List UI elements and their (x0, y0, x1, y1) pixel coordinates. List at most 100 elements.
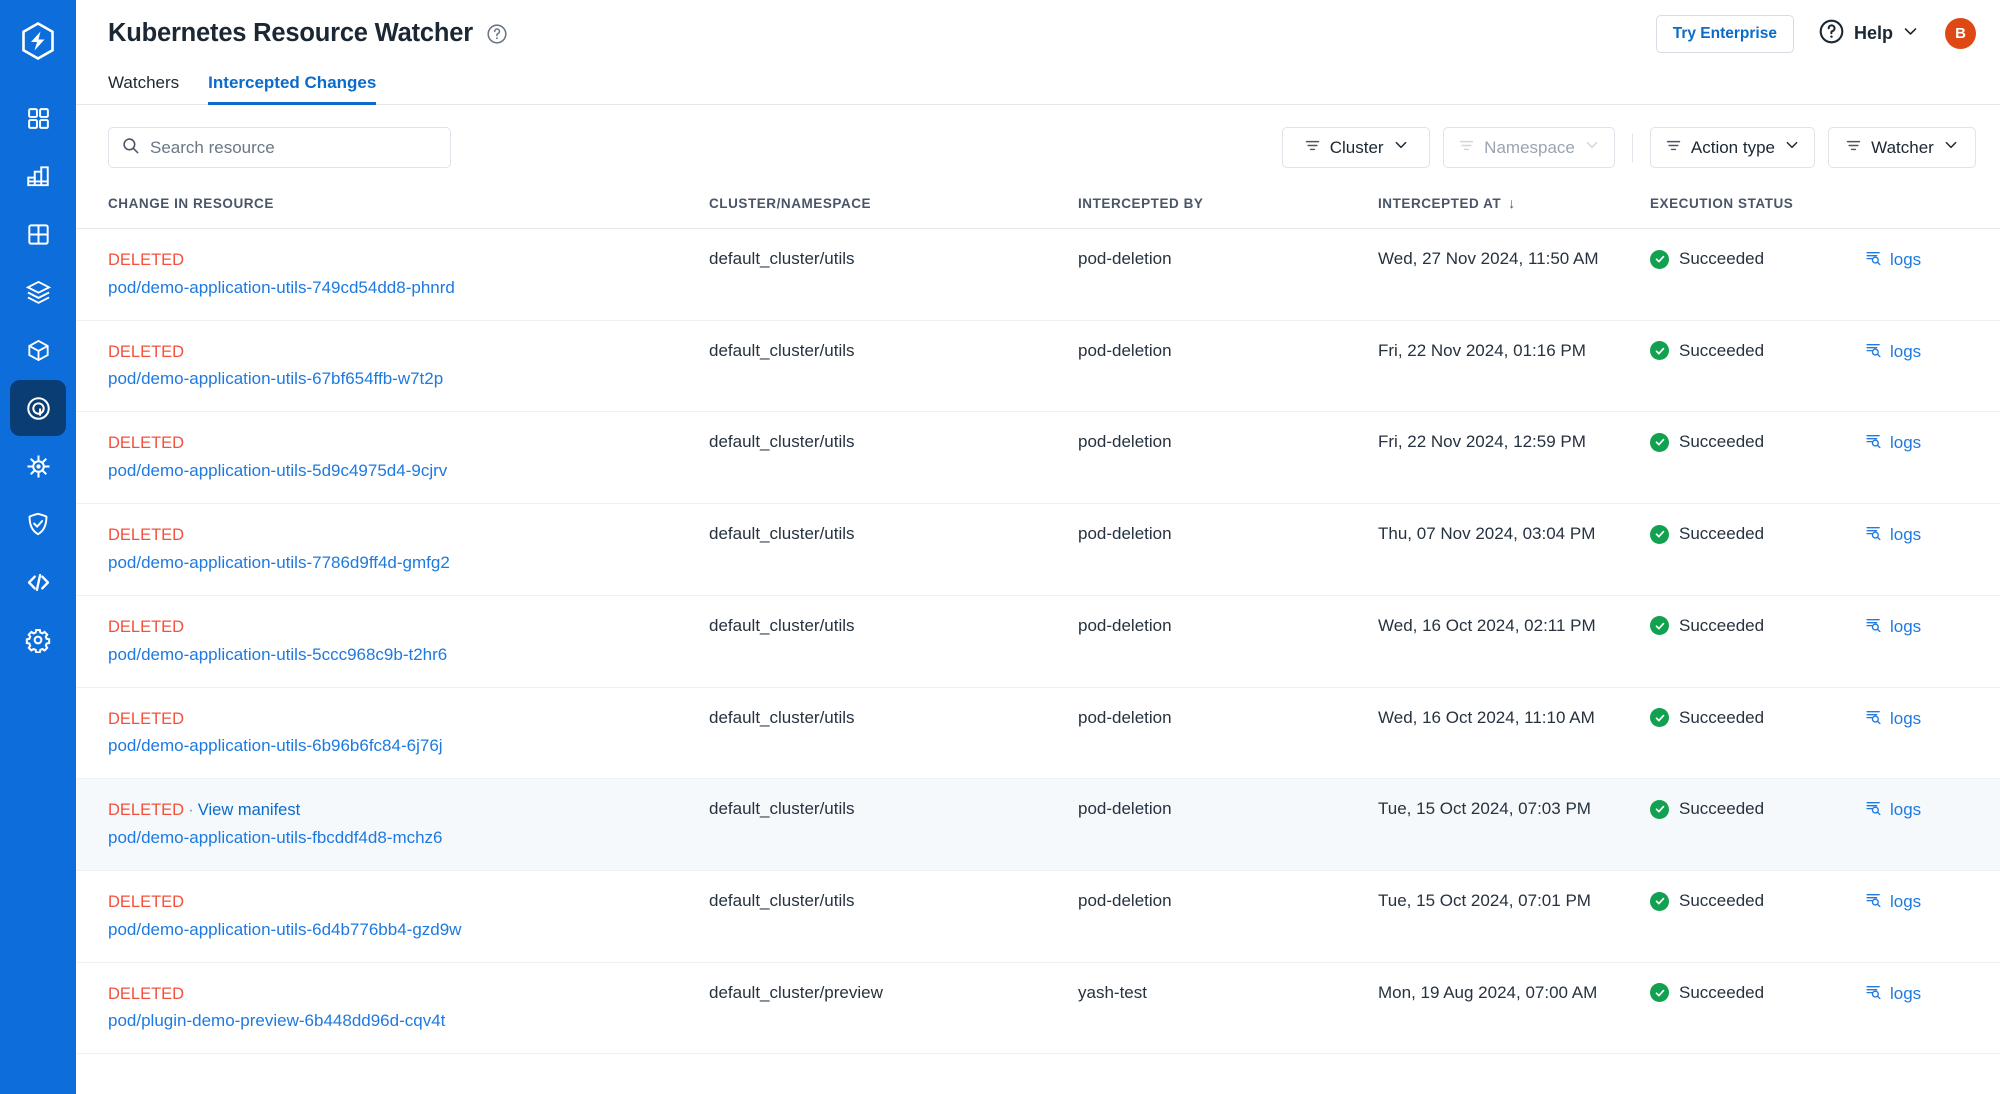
table-row[interactable]: DELETED pod/plugin-demo-preview-6b448dd96… (76, 962, 2000, 1055)
help-question-icon (1818, 18, 1845, 50)
cell-intercepted-by: pod-deletion (1078, 870, 1378, 963)
logs-link[interactable]: logs (1890, 250, 1921, 270)
logs-action[interactable]: logs (1865, 616, 2000, 638)
status-label: Succeeded (1679, 615, 1765, 635)
sidebar-item-dashboards[interactable] (10, 90, 66, 146)
log-search-icon (1865, 799, 1882, 821)
tab-intercepted-changes[interactable]: Intercepted Changes (208, 73, 377, 105)
table-row[interactable]: DELETED pod/demo-application-utils-5ccc96… (76, 595, 2000, 688)
harness-logo-icon[interactable] (15, 18, 61, 64)
resource-link[interactable]: pod/demo-application-utils-6b96b6fc84-6j… (108, 735, 709, 757)
sidebar-item-deployments[interactable] (10, 264, 66, 320)
resource-link[interactable]: pod/demo-application-utils-5d9c4975d4-9c… (108, 460, 709, 482)
sidebar-item-security[interactable] (10, 496, 66, 552)
help-label: Help (1853, 23, 1893, 43)
action-type-label: DELETED (108, 526, 185, 545)
cell-logs: logs (1865, 870, 2000, 963)
resource-link[interactable]: pod/demo-application-utils-6d4b776bb4-gz… (108, 919, 709, 941)
logs-action[interactable]: logs (1865, 249, 2000, 271)
action-type-label: DELETED (108, 617, 185, 636)
chevron-down-icon (1584, 137, 1600, 158)
table-row[interactable]: DELETED pod/demo-application-utils-749cd5… (76, 228, 2000, 321)
cell-execution-status: Succeeded (1650, 411, 1865, 505)
table-row[interactable]: DELETED pod/demo-application-utils-67bf65… (76, 320, 2000, 413)
sidebar-item-analytics[interactable] (10, 148, 66, 204)
cell-intercepted-by: pod-deletion (1078, 503, 1378, 596)
logs-action[interactable]: logs (1865, 799, 2000, 821)
avatar[interactable]: B (1945, 18, 1976, 49)
try-enterprise-button[interactable]: Try Enterprise (1655, 14, 1794, 53)
table-row[interactable]: DELETED pod/demo-application-utils-5d9c49… (76, 411, 2000, 505)
filter-action-type-button[interactable]: Action type (1649, 127, 1815, 168)
logs-link[interactable]: logs (1890, 433, 1921, 453)
action-line: DELETED (108, 983, 709, 1005)
filter-cluster-label: Cluster (1329, 137, 1384, 157)
table-row[interactable]: DELETED · View manifest pod/demo-applicatio… (76, 778, 2000, 872)
sidebar-item-gitops[interactable] (10, 438, 66, 494)
log-search-icon (1865, 341, 1882, 363)
resource-link[interactable]: pod/demo-application-utils-5ccc968c9b-t2… (108, 644, 709, 666)
status-label: Succeeded (1679, 432, 1765, 452)
search-input[interactable] (150, 137, 438, 158)
logs-link[interactable]: logs (1890, 892, 1921, 912)
logs-action[interactable]: logs (1865, 708, 2000, 730)
cell-intercepted-at: Tue, 15 Oct 2024, 07:03 PM (1378, 778, 1650, 872)
logs-link[interactable]: logs (1890, 984, 1921, 1004)
left-nav-sidebar (0, 0, 76, 1094)
action-type-label: DELETED (108, 251, 185, 269)
logs-link[interactable]: logs (1890, 800, 1921, 820)
resource-link[interactable]: pod/demo-application-utils-7786d9ff4d-gm… (108, 552, 709, 574)
tab-watchers[interactable]: Watchers (108, 73, 179, 104)
cell-logs: logs (1865, 411, 2000, 505)
table-row[interactable]: DELETED pod/demo-application-utils-7786d9… (76, 503, 2000, 596)
cell-intercepted-at: Wed, 16 Oct 2024, 11:10 AM (1378, 687, 1650, 780)
check-circle-icon (1650, 891, 1669, 911)
sidebar-item-artifacts[interactable] (10, 322, 66, 378)
cell-intercepted-at: Fri, 22 Nov 2024, 01:16 PM (1378, 320, 1650, 413)
resource-link[interactable]: pod/plugin-demo-preview-6b448dd96d-cqv4t (108, 1010, 709, 1032)
sidebar-item-projects[interactable] (10, 206, 66, 262)
cell-change-in-resource: DELETED pod/demo-application-utils-67bf65… (76, 320, 709, 413)
table-row[interactable]: DELETED pod/demo-application-utils-6d4b77… (76, 870, 2000, 963)
log-search-icon (1865, 708, 1882, 730)
action-type-label: DELETED (108, 709, 185, 728)
sidebar-item-settings[interactable] (10, 612, 66, 668)
logs-link[interactable]: logs (1890, 617, 1921, 637)
col-intercepted-at[interactable]: INTERCEPTED AT ↓ (1378, 189, 1650, 229)
cell-cluster-namespace: default_cluster/utils (709, 411, 1078, 505)
main-content: Kubernetes Resource Watcher Try Enterpri… (76, 0, 2000, 1094)
check-circle-icon (1650, 616, 1669, 636)
search-field[interactable] (108, 127, 451, 168)
filter-cluster-button[interactable]: Cluster (1282, 127, 1431, 168)
question-circle-icon[interactable] (486, 23, 508, 45)
logs-action[interactable]: logs (1865, 341, 2000, 363)
view-manifest-link[interactable]: View manifest (198, 801, 300, 819)
action-line: DELETED · View manifest (108, 799, 709, 821)
cell-change-in-resource: DELETED pod/demo-application-utils-7786d9… (76, 503, 709, 596)
logs-action[interactable]: logs (1865, 524, 2000, 546)
filter-namespace-button[interactable]: Namespace (1443, 127, 1615, 168)
cell-intercepted-by: pod-deletion (1078, 778, 1378, 872)
logs-action[interactable]: logs (1865, 891, 2000, 913)
filter-watcher-button[interactable]: Watcher (1828, 127, 1976, 168)
logs-action[interactable]: logs (1865, 983, 2000, 1005)
logs-link[interactable]: logs (1890, 525, 1921, 545)
logs-link[interactable]: logs (1890, 342, 1921, 362)
resource-link[interactable]: pod/demo-application-utils-fbcddf4d8-mch… (108, 827, 709, 849)
sidebar-item-code[interactable] (10, 554, 66, 610)
cell-change-in-resource: DELETED pod/demo-application-utils-6d4b77… (76, 870, 709, 963)
table-row[interactable]: DELETED pod/demo-application-utils-6b96b6… (76, 687, 2000, 780)
logs-action[interactable]: logs (1865, 432, 2000, 454)
help-menu[interactable]: Help (1818, 18, 1919, 50)
resource-link[interactable]: pod/demo-application-utils-67bf654ffb-w7… (108, 368, 709, 390)
resource-link[interactable]: pod/demo-application-utils-749cd54dd8-ph… (108, 277, 709, 299)
chevron-down-icon (1902, 23, 1919, 45)
toolbar-divider (1631, 133, 1633, 162)
cell-intercepted-by: pod-deletion (1078, 687, 1378, 780)
layers-box-icon (25, 279, 52, 306)
cell-execution-status: Succeeded (1650, 778, 1865, 872)
logs-link[interactable]: logs (1890, 709, 1921, 729)
cell-logs: logs (1865, 320, 2000, 413)
sidebar-item-chaos[interactable] (10, 380, 66, 436)
action-line: DELETED (108, 249, 709, 271)
